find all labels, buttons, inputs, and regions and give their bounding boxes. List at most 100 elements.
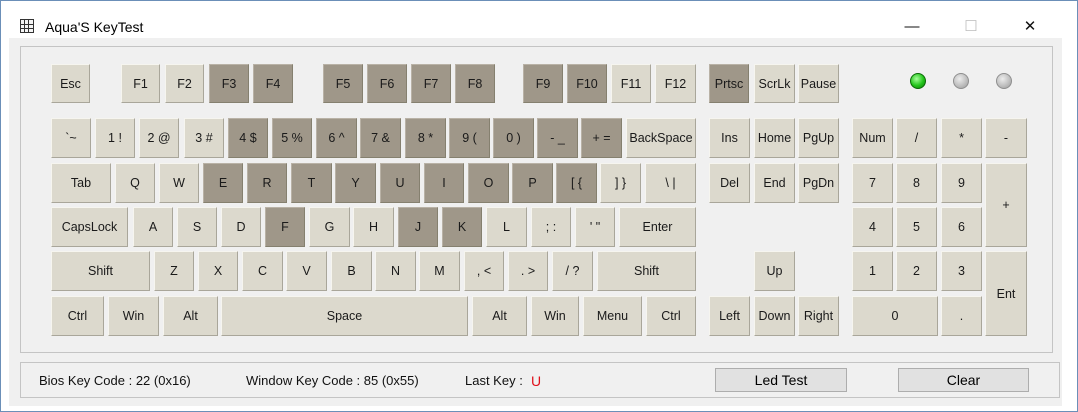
backslash-key[interactable]: \ | <box>645 163 696 203</box>
left-key[interactable]: Left <box>709 296 750 336</box>
z-key[interactable]: Z <box>154 251 194 291</box>
numpad-7-key[interactable]: 7 <box>852 163 893 203</box>
shift-key[interactable]: Shift <box>51 251 150 291</box>
t-key[interactable]: T <box>291 163 332 203</box>
shift-key[interactable]: Shift <box>597 251 696 291</box>
f8-key[interactable]: F8 <box>455 64 495 103</box>
g-key[interactable]: G <box>309 207 350 247</box>
quote-key[interactable]: ' " <box>575 207 615 247</box>
down-key[interactable]: Down <box>754 296 795 336</box>
numpad-1-key[interactable]: 1 <box>852 251 893 291</box>
i-key[interactable]: I <box>424 163 464 203</box>
right-bracket-key[interactable]: ] } <box>600 163 641 203</box>
led-test-button[interactable]: Led Test <box>715 368 847 392</box>
ins-key[interactable]: Ins <box>709 118 750 158</box>
2-key[interactable]: 2 @ <box>139 118 179 158</box>
x-key[interactable]: X <box>198 251 238 291</box>
close-button[interactable]: ✕ <box>1008 11 1052 41</box>
numpad-plus-key[interactable]: + <box>985 163 1027 247</box>
numpad-5-key[interactable]: 5 <box>896 207 937 247</box>
prtsc-key[interactable]: Prtsc <box>709 64 749 103</box>
alt-key[interactable]: Alt <box>163 296 218 336</box>
numpad-multiply-key[interactable]: * <box>941 118 982 158</box>
f6-key[interactable]: F6 <box>367 64 407 103</box>
u-key[interactable]: U <box>380 163 420 203</box>
minimize-button[interactable]: — <box>890 11 934 41</box>
f1-key[interactable]: F1 <box>121 64 160 103</box>
numpad-8-key[interactable]: 8 <box>896 163 937 203</box>
q-key[interactable]: Q <box>115 163 155 203</box>
home-key[interactable]: Home <box>754 118 795 158</box>
backspace-key[interactable]: BackSpace <box>626 118 696 158</box>
equals-key[interactable]: + = <box>581 118 622 158</box>
scrlk-key[interactable]: ScrLk <box>754 64 795 103</box>
9-key[interactable]: 9 ( <box>449 118 490 158</box>
minus-key[interactable]: - _ <box>537 118 578 158</box>
enter-key[interactable]: Enter <box>619 207 696 247</box>
tab-key[interactable]: Tab <box>51 163 111 203</box>
f10-key[interactable]: F10 <box>567 64 607 103</box>
4-key[interactable]: 4 $ <box>228 118 268 158</box>
numpad-minus-key[interactable]: - <box>985 118 1027 158</box>
numpad-4-key[interactable]: 4 <box>852 207 893 247</box>
5-key[interactable]: 5 % <box>272 118 312 158</box>
end-key[interactable]: End <box>754 163 795 203</box>
pgdn-key[interactable]: PgDn <box>798 163 839 203</box>
period-key[interactable]: . > <box>508 251 548 291</box>
title-bar[interactable]: Aqua'S KeyTest — ☐ ✕ <box>1 1 1077 35</box>
space-key[interactable]: Space <box>221 296 468 336</box>
1-key[interactable]: 1 ! <box>95 118 135 158</box>
numpad-ent-key[interactable]: Ent <box>985 251 1027 336</box>
slash-key[interactable]: / ? <box>552 251 593 291</box>
j-key[interactable]: J <box>398 207 438 247</box>
n-key[interactable]: N <box>375 251 416 291</box>
6-key[interactable]: 6 ^ <box>316 118 357 158</box>
f7-key[interactable]: F7 <box>411 64 451 103</box>
clear-button[interactable]: Clear <box>898 368 1029 392</box>
f5-key[interactable]: F5 <box>323 64 363 103</box>
f4-key[interactable]: F4 <box>253 64 293 103</box>
w-key[interactable]: W <box>159 163 199 203</box>
ctrl-key[interactable]: Ctrl <box>51 296 104 336</box>
pause-key[interactable]: Pause <box>798 64 839 103</box>
win-key[interactable]: Win <box>531 296 579 336</box>
comma-key[interactable]: , < <box>464 251 504 291</box>
7-key[interactable]: 7 & <box>360 118 401 158</box>
a-key[interactable]: A <box>133 207 173 247</box>
r-key[interactable]: R <box>247 163 287 203</box>
backtick-key[interactable]: `~ <box>51 118 91 158</box>
esc-key[interactable]: Esc <box>51 64 90 103</box>
maximize-button[interactable]: ☐ <box>949 11 993 41</box>
f2-key[interactable]: F2 <box>165 64 204 103</box>
h-key[interactable]: H <box>353 207 394 247</box>
numpad-2-key[interactable]: 2 <box>896 251 937 291</box>
e-key[interactable]: E <box>203 163 243 203</box>
pgup-key[interactable]: PgUp <box>798 118 839 158</box>
p-key[interactable]: P <box>512 163 553 203</box>
numpad-num-key[interactable]: Num <box>852 118 893 158</box>
numpad-9-key[interactable]: 9 <box>941 163 982 203</box>
l-key[interactable]: L <box>486 207 527 247</box>
f3-key[interactable]: F3 <box>209 64 249 103</box>
k-key[interactable]: K <box>442 207 482 247</box>
numpad-divide-key[interactable]: / <box>896 118 937 158</box>
b-key[interactable]: B <box>331 251 372 291</box>
f11-key[interactable]: F11 <box>611 64 651 103</box>
f9-key[interactable]: F9 <box>523 64 563 103</box>
s-key[interactable]: S <box>177 207 217 247</box>
f-key[interactable]: F <box>265 207 305 247</box>
3-key[interactable]: 3 # <box>184 118 224 158</box>
f12-key[interactable]: F12 <box>655 64 696 103</box>
right-key[interactable]: Right <box>798 296 839 336</box>
alt-key[interactable]: Alt <box>472 296 527 336</box>
numpad-decimal-key[interactable]: . <box>941 296 982 336</box>
m-key[interactable]: M <box>419 251 460 291</box>
numpad-3-key[interactable]: 3 <box>941 251 982 291</box>
menu-key[interactable]: Menu <box>583 296 642 336</box>
d-key[interactable]: D <box>221 207 261 247</box>
win-key[interactable]: Win <box>108 296 159 336</box>
o-key[interactable]: O <box>468 163 509 203</box>
semicolon-key[interactable]: ; : <box>531 207 571 247</box>
c-key[interactable]: C <box>242 251 283 291</box>
0-key[interactable]: 0 ) <box>493 118 534 158</box>
